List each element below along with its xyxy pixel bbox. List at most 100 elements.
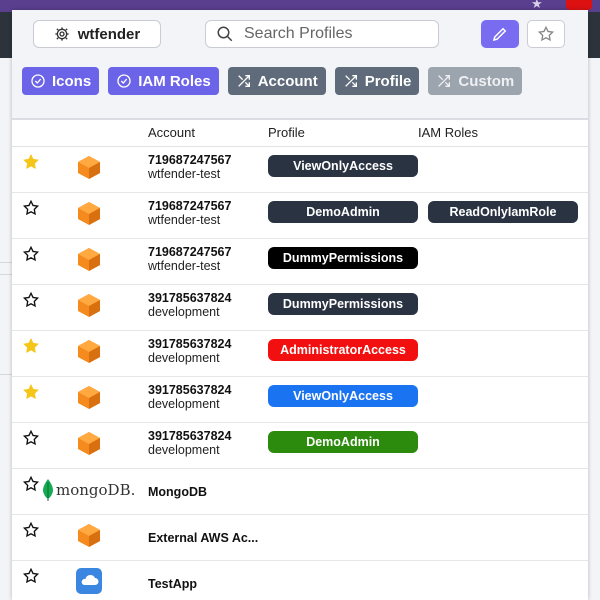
account-id: 391785637824 (148, 291, 232, 305)
star-outline-icon[interactable] (22, 429, 40, 447)
aws-cube-icon (76, 200, 102, 231)
column-header-account: Account (148, 125, 195, 140)
aws-cube-icon (76, 430, 102, 461)
aws-cube-icon (76, 522, 102, 553)
account-id: 391785637824 (148, 383, 232, 397)
profile-button[interactable]: ViewOnlyAccess (268, 155, 418, 177)
chip-custom[interactable]: Custom (428, 67, 523, 95)
background-page (588, 58, 600, 600)
cloud-app-icon (76, 568, 102, 599)
account-id: 719687247567 (148, 153, 232, 167)
chip-label: IAM Roles (138, 72, 211, 90)
account-alias: wtfender-test (148, 167, 221, 181)
account-alias: development (148, 443, 220, 457)
account-alias: wtfender-test (148, 213, 221, 227)
mongodb-logo-icon: mongoDB. (42, 478, 135, 502)
table-row[interactable]: 391785637824 development AdministratorAcce… (12, 330, 588, 377)
extension-icon[interactable] (566, 0, 592, 10)
mongodb-logo-text: mongoDB. (56, 481, 136, 499)
table-row[interactable]: 719687247567 wtfender-test ViewOnlyAccess (12, 146, 588, 193)
account-cell: 391785637824 development (148, 337, 231, 365)
profile-button[interactable]: DummyPermissions (268, 247, 418, 269)
star-outline-icon[interactable] (22, 567, 40, 585)
app-name: MongoDB (148, 485, 208, 499)
background-page (0, 58, 12, 600)
account-alias: wtfender-test (148, 259, 221, 273)
table-row[interactable]: 719687247567 wtfender-test DemoAdmin ReadOn… (12, 192, 588, 239)
chip-icons[interactable]: Icons (22, 67, 100, 95)
column-header-iam-roles: IAM Roles (418, 125, 478, 140)
account-id: 719687247567 (148, 199, 232, 213)
table-row[interactable]: TestApp (12, 560, 588, 600)
background-page (588, 12, 600, 58)
account-alias: development (148, 305, 220, 319)
star-outline-icon[interactable] (22, 199, 40, 217)
star-filled-icon[interactable] (22, 153, 40, 171)
profile-button[interactable]: DummyPermissions (268, 293, 418, 315)
chip-account[interactable]: Account (227, 67, 326, 95)
search-icon (217, 26, 233, 42)
table-row[interactable]: 719687247567 wtfender-test DummyPermission… (12, 238, 588, 285)
shuffle-icon (344, 75, 357, 87)
account-cell: 391785637824 development (148, 383, 231, 411)
background-page (0, 12, 12, 58)
chip-label: Profile (364, 72, 412, 90)
table-row[interactable]: External AWS Ac... (12, 514, 588, 561)
aws-cube-icon (76, 384, 102, 415)
gear-icon (55, 27, 69, 41)
profile-button[interactable]: AdministratorAccess (268, 339, 418, 361)
check-circle-icon (117, 74, 131, 88)
column-header-profile: Profile (268, 125, 305, 140)
account-alias: development (148, 397, 220, 411)
star-outline-icon[interactable] (22, 475, 40, 493)
account-cell: 391785637824 development (148, 429, 231, 457)
star-filled-icon[interactable] (22, 337, 40, 355)
popup-header: wtfender Icons IAM Roles Account (12, 10, 588, 120)
table-header: Account Profile IAM Roles (12, 120, 588, 147)
table-row[interactable]: 391785637824 development ViewOnlyAccess (12, 376, 588, 423)
chip-label: Icons (52, 72, 92, 90)
app-name: External AWS Ac... (148, 531, 259, 545)
chip-iam-roles[interactable]: IAM Roles (108, 67, 219, 95)
search-box[interactable] (205, 20, 439, 48)
star-outline-icon (537, 25, 555, 42)
account-alias: development (148, 351, 220, 365)
shuffle-icon (438, 75, 451, 87)
chip-label: Custom (458, 72, 515, 90)
table-row[interactable]: mongoDB. MongoDB (12, 468, 588, 515)
settings-profile-button[interactable]: wtfender (33, 20, 161, 48)
account-cell: 391785637824 development (148, 291, 231, 319)
account-id: 391785637824 (148, 429, 232, 443)
account-id: 719687247567 (148, 245, 232, 259)
aws-cube-icon (76, 292, 102, 323)
aws-cube-icon (76, 338, 102, 369)
extension-popup: wtfender Icons IAM Roles Account (12, 10, 588, 600)
aws-cube-icon (76, 246, 102, 277)
account-cell: 719687247567 wtfender-test (148, 245, 231, 273)
star-outline-icon[interactable] (22, 245, 40, 263)
account-id: 391785637824 (148, 337, 232, 351)
iam-role-button[interactable]: ReadOnlyIamRole (428, 201, 578, 223)
profile-button[interactable]: ViewOnlyAccess (268, 385, 418, 407)
filter-chips: Icons IAM Roles Account Profile Custom (22, 67, 523, 95)
star-outline-icon[interactable] (22, 521, 40, 539)
account-cell: 719687247567 wtfender-test (148, 199, 231, 227)
favorites-filter-button[interactable] (527, 20, 565, 48)
edit-button[interactable] (481, 20, 519, 48)
table-row[interactable]: 391785637824 development DummyPermissions (12, 284, 588, 331)
pencil-icon (492, 27, 507, 42)
profile-button-label: wtfender (77, 25, 141, 43)
chip-profile[interactable]: Profile (334, 67, 420, 95)
profile-button[interactable]: DemoAdmin (268, 201, 418, 223)
shuffle-icon (237, 75, 250, 87)
profile-button[interactable]: DemoAdmin (268, 431, 418, 453)
app-name: TestApp (148, 577, 198, 591)
table-row[interactable]: 391785637824 development DemoAdmin (12, 422, 588, 469)
star-filled-icon[interactable] (22, 383, 40, 401)
search-input[interactable] (242, 24, 426, 44)
star-outline-icon[interactable] (22, 291, 40, 309)
check-circle-icon (31, 74, 45, 88)
chip-label: Account (257, 72, 318, 90)
aws-cube-icon (76, 154, 102, 185)
account-cell: 719687247567 wtfender-test (148, 153, 231, 181)
